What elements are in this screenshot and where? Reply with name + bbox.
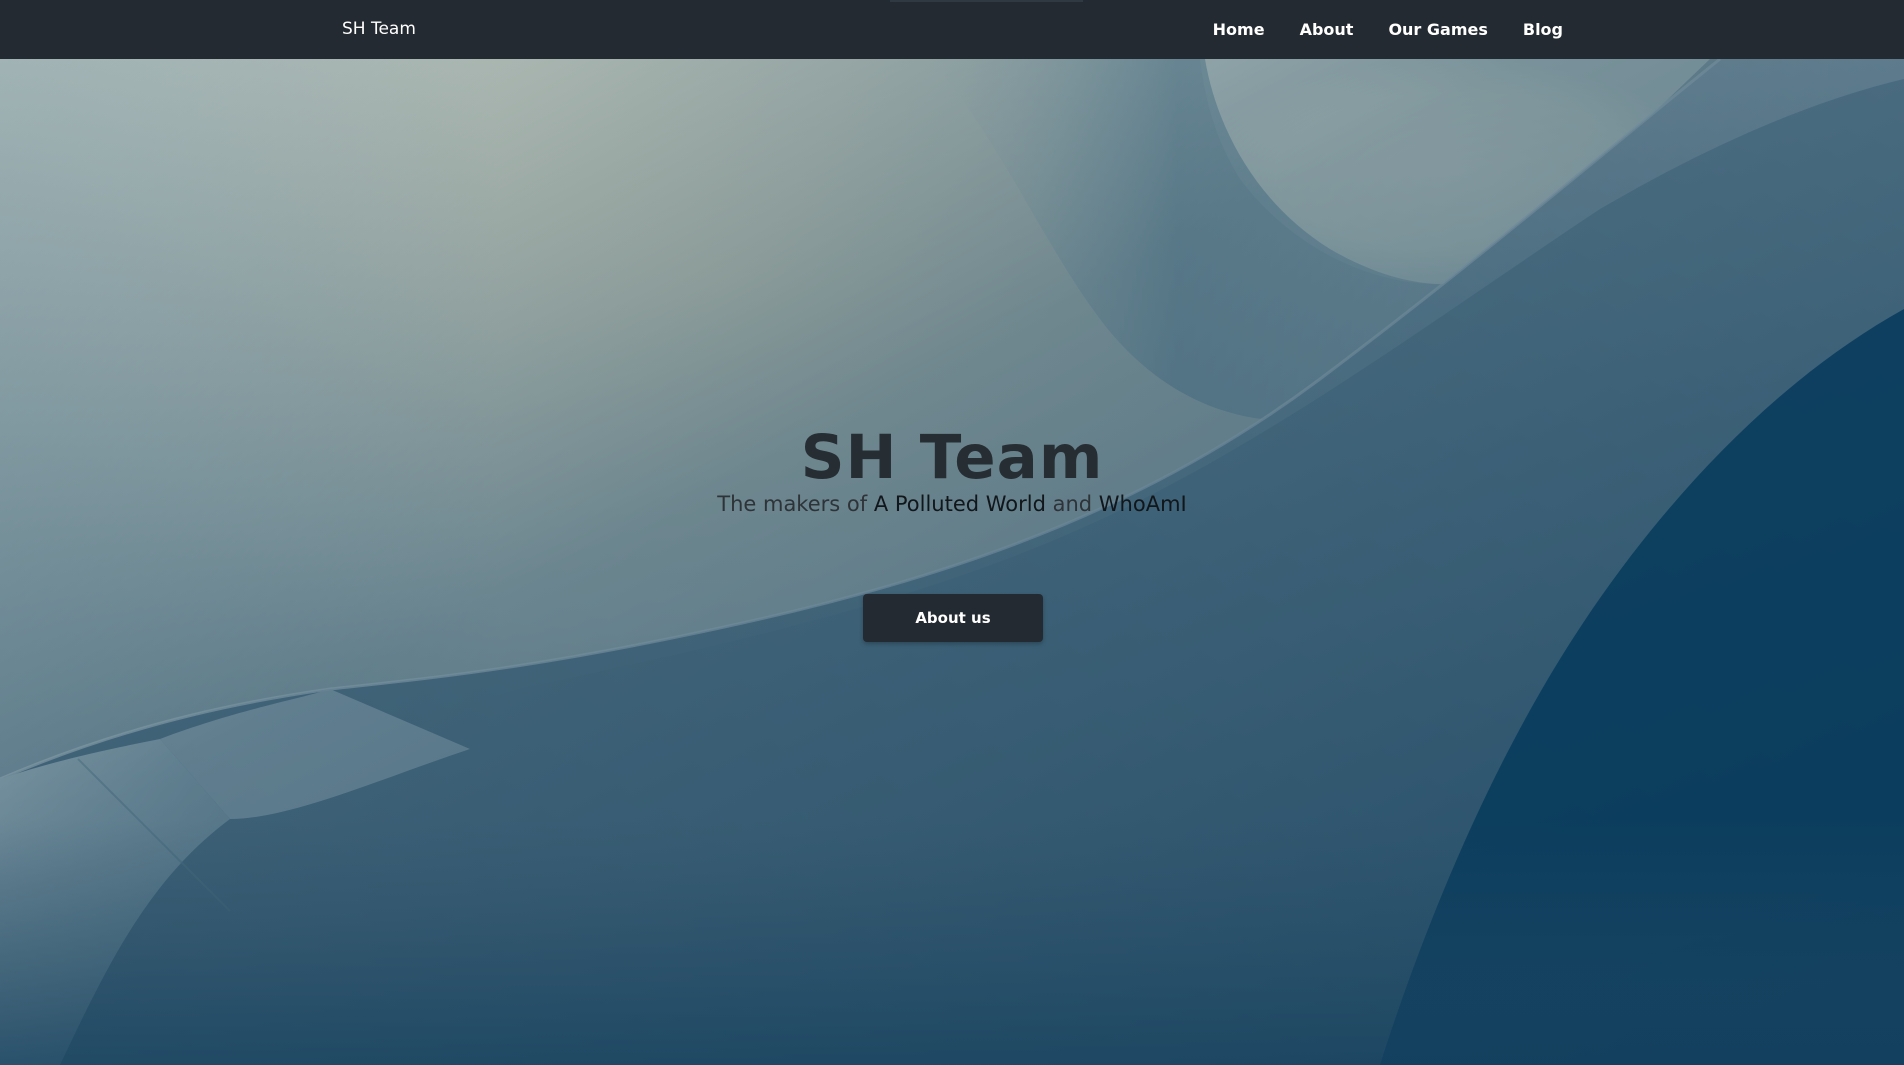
nav-link-our-games[interactable]: Our Games: [1388, 20, 1487, 39]
hero-subtitle-joiner: and: [1045, 492, 1099, 516]
about-us-button[interactable]: About us: [863, 594, 1043, 642]
nav-links: Home About Our Games Blog: [1178, 0, 1563, 59]
hero-section: SH Team The makers of A Polluted World a…: [0, 59, 1904, 1065]
hero-background-image: [0, 59, 1904, 1065]
navbar-accent-line: [890, 0, 1083, 2]
page: SH Team Home About Our Games Blog SH Tea…: [0, 0, 1904, 1065]
brand-link[interactable]: SH Team: [342, 0, 416, 59]
nav-link-home[interactable]: Home: [1213, 20, 1265, 39]
hero-subtitle: The makers of A Polluted World and WhoAm…: [0, 492, 1904, 516]
nav-link-about[interactable]: About: [1300, 20, 1354, 39]
nav-link-blog[interactable]: Blog: [1523, 20, 1563, 39]
top-navbar: SH Team Home About Our Games Blog: [0, 0, 1904, 59]
game-title-a-polluted-world: A Polluted World: [873, 492, 1046, 516]
hero-title: SH Team: [800, 422, 1104, 493]
hero-subtitle-prefix: The makers of: [717, 492, 874, 516]
game-title-whoami: WhoAmI: [1098, 492, 1187, 516]
